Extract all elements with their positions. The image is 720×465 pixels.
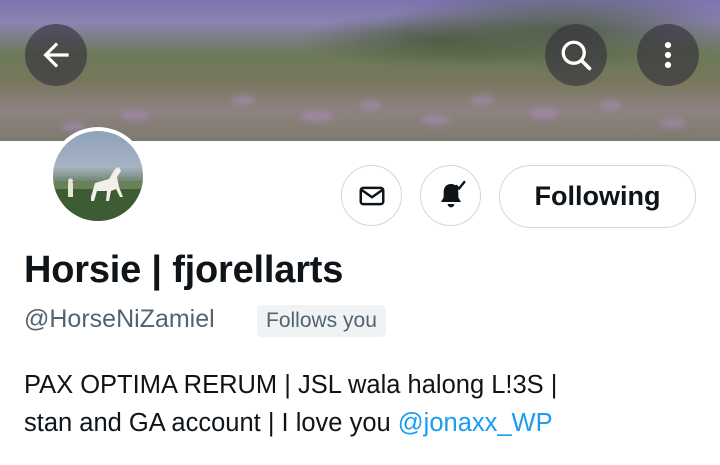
profile-banner[interactable] (0, 0, 720, 141)
profile-handle: @HorseNiZamiel (24, 305, 215, 333)
profile-display-name: Horsie | fjorellarts (24, 249, 344, 291)
envelope-icon (359, 186, 384, 205)
bio-line-2: stan and GA account | I love you @jonaxx… (24, 404, 704, 442)
profile-bio: PAX OPTIMA RERUM | JSL wala halong L!3S … (24, 366, 704, 442)
more-options-button[interactable] (637, 24, 699, 86)
more-vertical-icon (664, 41, 672, 69)
avatar-image (53, 131, 143, 221)
horse-rider-illustration (53, 167, 143, 221)
following-button[interactable]: Following (499, 165, 696, 228)
back-button[interactable] (25, 24, 87, 86)
profile-avatar[interactable] (49, 127, 147, 225)
follows-you-badge: Follows you (257, 305, 386, 337)
message-button[interactable] (341, 165, 402, 226)
bell-check-icon (440, 180, 466, 207)
search-button[interactable] (545, 24, 607, 86)
arrow-left-icon (43, 42, 69, 68)
bio-mention-link[interactable]: @jonaxx_WP (398, 409, 553, 437)
search-icon (561, 40, 592, 71)
bio-line-1: PAX OPTIMA RERUM | JSL wala halong L!3S … (24, 371, 558, 399)
notifications-button[interactable] (420, 165, 481, 226)
bio-text: stan and GA account | I love you (24, 409, 398, 437)
